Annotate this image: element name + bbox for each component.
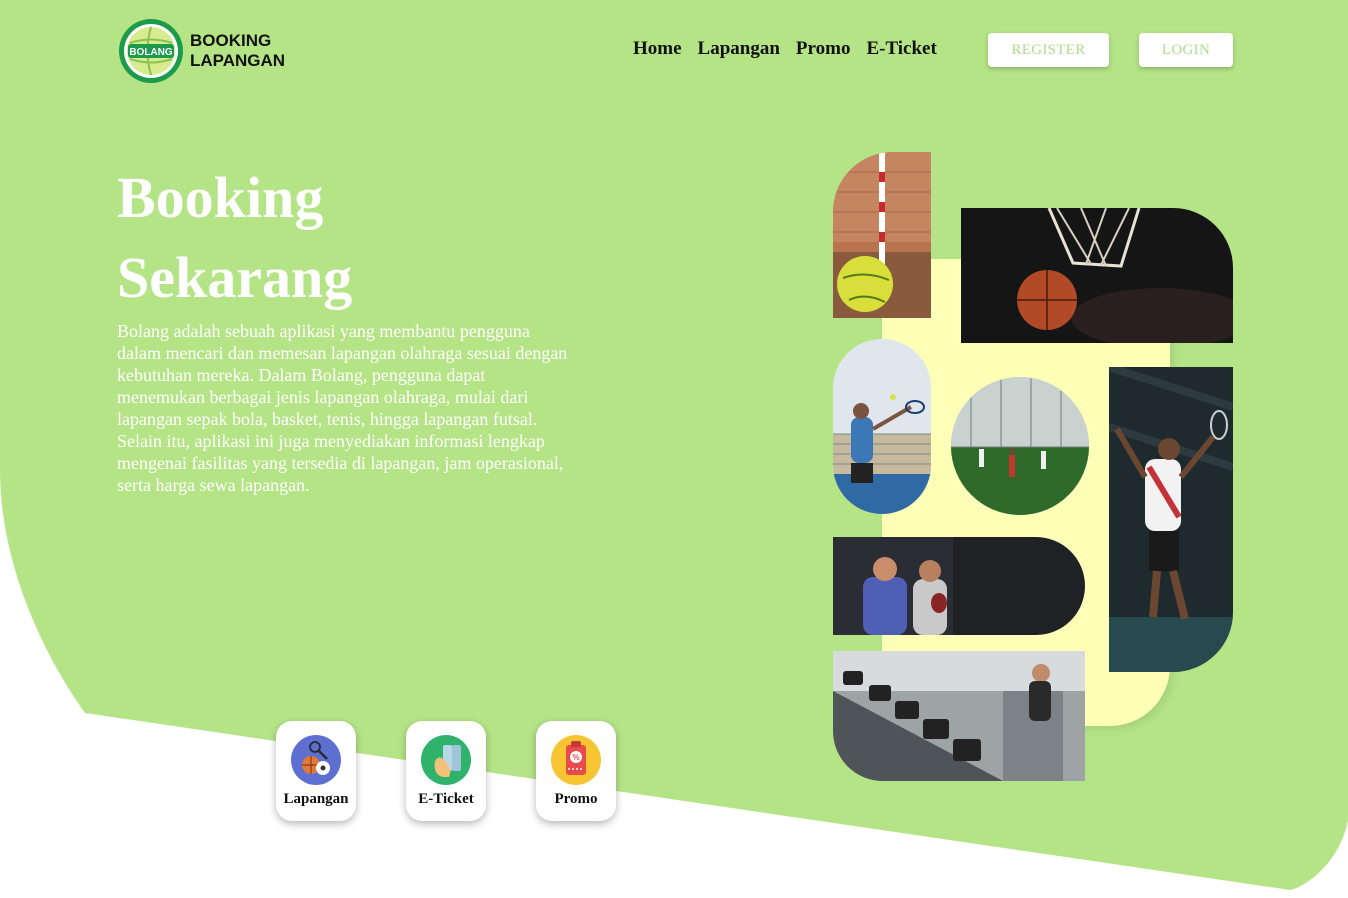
basketball-photo bbox=[961, 208, 1233, 343]
futsal-ball-photo bbox=[833, 152, 931, 318]
nav-eticket[interactable]: E-Ticket bbox=[866, 38, 936, 60]
sports-balls-icon bbox=[291, 735, 341, 785]
nav-lapangan[interactable]: Lapangan bbox=[698, 38, 780, 60]
quick-action-lapangan[interactable]: Lapangan bbox=[276, 721, 356, 821]
nav-home[interactable]: Home bbox=[633, 38, 682, 60]
brand-name-line2: LAPANGAN bbox=[190, 51, 286, 70]
login-button[interactable]: LOGIN bbox=[1139, 33, 1233, 67]
gym-dumbbells-photo bbox=[833, 651, 1085, 781]
ball-logo-icon: BOLANG bbox=[119, 19, 183, 83]
quick-action-label: E-Ticket bbox=[418, 791, 474, 807]
tennis-player-photo bbox=[833, 339, 931, 514]
hero-title-line1: Booking bbox=[117, 165, 324, 230]
hero-description: Bolang adalah sebuah aplikasi yang memba… bbox=[117, 321, 568, 495]
ticket-icon bbox=[421, 735, 471, 785]
nav-promo[interactable]: Promo bbox=[796, 38, 851, 60]
hero-title: Booking Sekarang bbox=[117, 158, 352, 318]
brand-name-line1: BOOKING bbox=[190, 31, 272, 50]
quick-actions: Lapangan E-Ticket % Promo bbox=[276, 721, 616, 821]
quick-action-promo[interactable]: % Promo bbox=[536, 721, 616, 821]
logo-badge-text: BOLANG bbox=[129, 47, 173, 58]
badminton-player-photo bbox=[1109, 367, 1233, 672]
quick-action-label: Promo bbox=[554, 791, 598, 807]
brand-logo[interactable]: BOLANG BOOKING LAPANGAN bbox=[118, 18, 285, 84]
soccer-field-photo bbox=[951, 377, 1089, 515]
hero-title-line2: Sekarang bbox=[117, 245, 353, 310]
main-nav: Home Lapangan Promo E-Ticket bbox=[633, 38, 937, 60]
quick-action-label: Lapangan bbox=[283, 791, 349, 807]
table-tennis-coach-photo bbox=[833, 537, 1085, 635]
quick-action-eticket[interactable]: E-Ticket bbox=[406, 721, 486, 821]
register-button[interactable]: REGISTER bbox=[988, 33, 1109, 67]
svg-text:%: % bbox=[572, 753, 579, 762]
promo-tag-icon: % bbox=[551, 735, 601, 785]
